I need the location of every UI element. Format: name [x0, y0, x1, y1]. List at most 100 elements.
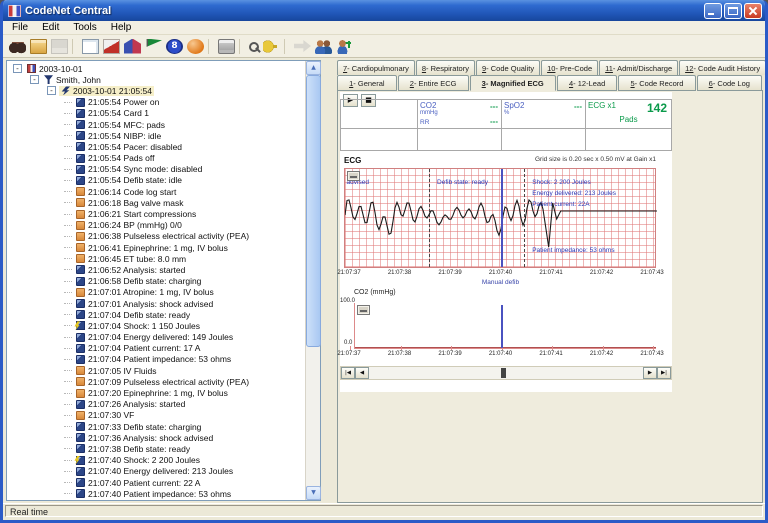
tree-item[interactable]: 21:07:09 Pulseless electrical activity (…	[7, 376, 305, 387]
tree-item[interactable]: 21:07:01 Atropine: 1 mg, IV bolus	[7, 287, 305, 298]
scroll-home-button[interactable]: |◀	[341, 367, 355, 379]
print-icon[interactable]	[218, 38, 235, 54]
scroll-end-button[interactable]: ▶|	[657, 367, 671, 379]
users-icon[interactable]	[315, 38, 332, 54]
tree-item[interactable]: 21:06:58 Defib state: charging	[7, 276, 305, 287]
tree-item[interactable]: 21:05:54 Card 1	[7, 108, 305, 119]
tree-item[interactable]: 21:07:05 IV Fluids	[7, 365, 305, 376]
tab-8[interactable]: 8 - Respiratory	[415, 60, 475, 75]
expander-icon[interactable]: -	[30, 75, 39, 85]
tree-item-body: 21:06:58 Defib state: charging	[74, 276, 203, 286]
tree-item[interactable]: - 2003-10-01 21:05:54	[7, 85, 305, 96]
time-scrollbar[interactable]: |◀ ◀ ▶ ▶|	[340, 366, 672, 380]
tree-item[interactable]: 21:07:04 Patient impedance: 53 ohms	[7, 354, 305, 365]
tab-10[interactable]: 10 - Pre-Code	[541, 60, 599, 75]
tab-3[interactable]: 3 - Magnified ECG	[469, 75, 556, 91]
menu-edit[interactable]: Edit	[35, 21, 66, 34]
add-user-icon[interactable]	[336, 38, 353, 54]
tree-item[interactable]: 21:07:04 Shock: 1 150 Joules	[7, 320, 305, 331]
scroll-up-button[interactable]: ▲	[306, 61, 321, 75]
menu-file[interactable]: File	[5, 21, 35, 34]
scroll-down-button[interactable]: ▼	[306, 486, 321, 500]
tab-1[interactable]: 1 - General	[337, 75, 397, 91]
tree-item[interactable]: 21:05:54 NIBP: idle	[7, 130, 305, 141]
tab-12[interactable]: 12 - Code Audit History	[679, 60, 765, 75]
tree-item[interactable]: 21:07:40 Energy delivered: 213 Joules	[7, 466, 305, 477]
tree-item[interactable]: 21:06:24 BP (mmHg) 0/0	[7, 220, 305, 231]
tree-item[interactable]: 21:07:04 Energy delivered: 149 Joules	[7, 332, 305, 343]
tree-item[interactable]: - 2003-10-01	[7, 63, 305, 74]
tree-item[interactable]: 21:06:52 Analysis: started	[7, 264, 305, 275]
tree-item-label: 21:07:40 Patient impedance: 53 ohms	[88, 488, 232, 499]
tree-item[interactable]: 21:06:38 Pulseless electrical activity (…	[7, 231, 305, 242]
ecg-legend-button[interactable]	[347, 171, 360, 181]
tree-item[interactable]: 21:07:33 Defib state: charging	[7, 421, 305, 432]
expander-icon[interactable]: -	[47, 86, 56, 96]
tree-item[interactable]: 21:06:45 ET tube: 8.0 mm	[7, 253, 305, 264]
tab-2[interactable]: 2 - Entire ECG	[397, 75, 469, 91]
co2-plot[interactable]	[350, 303, 656, 350]
tree-item[interactable]: 21:07:04 Defib state: ready	[7, 309, 305, 320]
expander-icon[interactable]: -	[13, 64, 22, 74]
device-icon	[76, 354, 85, 364]
menu-tools[interactable]: Tools	[66, 21, 103, 34]
tree-item[interactable]: 21:05:54 Sync mode: disabled	[7, 164, 305, 175]
tree-connector	[64, 224, 72, 226]
title-bar[interactable]: CodeNet Central	[3, 0, 765, 21]
scroll-right-button[interactable]: ▶	[643, 367, 657, 379]
tree-item[interactable]: 21:06:21 Start compressions	[7, 208, 305, 219]
tab-11[interactable]: 11 - Admit/Discharge	[599, 60, 679, 75]
tree-item[interactable]: 21:05:54 Defib state: idle	[7, 175, 305, 186]
tree-item[interactable]: 21:07:20 Epinephrine: 1 mg, IV bolus	[7, 387, 305, 398]
tree-item[interactable]: 21:05:54 Pacer: disabled	[7, 141, 305, 152]
tree-item[interactable]: 21:07:40 Shock: 2 200 Joules	[7, 455, 305, 466]
tab-label: - 12-Lead	[573, 78, 606, 88]
tree-item[interactable]: 21:07:40 Patient impedance: 53 ohms	[7, 488, 305, 499]
tree-scrollbar-thumb[interactable]	[306, 75, 321, 347]
maximize-button[interactable]	[724, 2, 742, 19]
minimize-button[interactable]	[704, 2, 722, 19]
key-icon[interactable]	[263, 38, 280, 54]
tree-item[interactable]: 21:07:36 Analysis: shock advised	[7, 432, 305, 443]
tree-item[interactable]: 21:07:26 Analysis: started	[7, 399, 305, 410]
tree-item[interactable]: 21:07:04 Patient current: 17 A	[7, 343, 305, 354]
scroll-left-button[interactable]: ◀	[355, 367, 369, 379]
tab-9[interactable]: 9 - Code Quality	[475, 60, 541, 75]
co2-legend-button[interactable]	[357, 305, 370, 315]
tree-scrollbar[interactable]: ▲ ▼	[305, 61, 321, 500]
playback-cursor[interactable]	[500, 169, 503, 267]
tree-item[interactable]: 21:06:14 Code log start	[7, 186, 305, 197]
tree-item[interactable]: 21:07:01 Analysis: shock advised	[7, 298, 305, 309]
search-icon[interactable]	[249, 42, 259, 52]
marker-icon[interactable]	[103, 38, 120, 54]
ecg-plot[interactable]: advised Defib state: ready Shock: 2 200 Jo…	[344, 168, 657, 268]
bluetooth-icon[interactable]: 8	[166, 38, 183, 54]
tree-item[interactable]: 21:07:30 VF	[7, 410, 305, 421]
tree-item[interactable]: - Smith, John	[7, 74, 305, 85]
chart-icon[interactable]	[124, 38, 141, 54]
device-icon	[76, 299, 85, 309]
tree-item[interactable]: 21:05:54 Power on	[7, 97, 305, 108]
tab-4[interactable]: 4 - 12-Lead	[556, 75, 618, 91]
binoculars-icon[interactable]	[9, 38, 26, 54]
new-report-icon[interactable]	[82, 38, 99, 54]
ball-icon[interactable]	[187, 38, 204, 54]
tree-connector	[64, 314, 72, 316]
flag-icon[interactable]	[146, 38, 162, 47]
time-scrollbar-thumb[interactable]	[500, 368, 506, 378]
menu-help[interactable]: Help	[104, 21, 139, 34]
tab-5[interactable]: 5 - Code Record	[618, 75, 696, 91]
tree-item[interactable]: 21:07:38 Defib state: ready	[7, 443, 305, 454]
tab-6[interactable]: 6 - Code Log	[696, 75, 763, 91]
tree-item[interactable]: 21:05:54 Pads off	[7, 153, 305, 164]
time-scrollbar-track[interactable]	[369, 367, 643, 379]
playback-cursor[interactable]	[500, 305, 503, 348]
close-button[interactable]	[744, 2, 762, 19]
tree-item[interactable]: 21:05:54 MFC: pads	[7, 119, 305, 130]
tree-item[interactable]: 21:06:18 Bag valve mask	[7, 197, 305, 208]
tree-item-label: 21:05:54 MFC: pads	[88, 119, 166, 130]
tree-item[interactable]: 21:06:41 Epinephrine: 1 mg, IV bolus	[7, 242, 305, 253]
open-folder-icon[interactable]	[30, 38, 47, 54]
tab-7[interactable]: 7 - Cardiopulmonary	[337, 60, 415, 75]
tree-item[interactable]: 21:07:40 Patient current: 22 A	[7, 477, 305, 488]
